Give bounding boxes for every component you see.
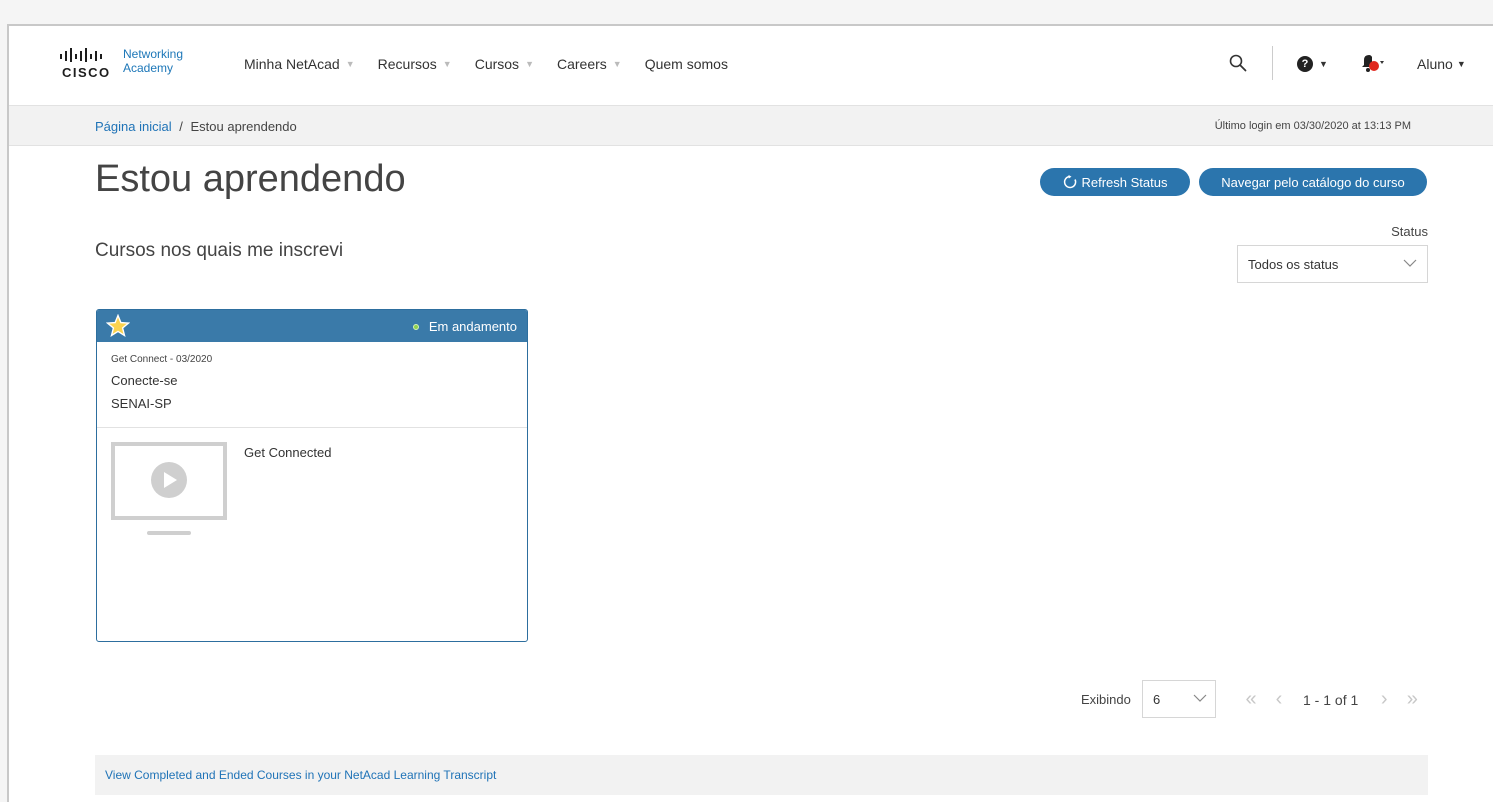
browser-frame: CISCO Networking Academy Minha NetAcad ▼… xyxy=(0,0,1493,802)
cisco-bars-icon xyxy=(60,48,102,62)
star-icon[interactable] xyxy=(106,314,130,338)
top-navigation-bar: CISCO Networking Academy Minha NetAcad ▼… xyxy=(9,26,1493,106)
logo-line-1: Networking xyxy=(123,47,184,61)
video-thumbnail-icon[interactable] xyxy=(111,442,227,538)
status-dot-icon xyxy=(412,323,419,330)
per-page-select[interactable]: 6 xyxy=(1142,680,1216,718)
refresh-status-label: Refresh Status xyxy=(1081,174,1168,190)
course-card-body: Get Connected xyxy=(97,428,527,641)
nav-item-careers[interactable]: Careers ▼ xyxy=(557,56,622,72)
enrolled-courses-heading: Cursos nos quais me inscrevi xyxy=(95,240,344,261)
search-icon[interactable] xyxy=(1229,54,1247,72)
next-page-icon[interactable]: › xyxy=(1370,688,1398,711)
last-login-text: Último login em 03/30/2020 at 13:13 PM xyxy=(1214,120,1411,132)
breadcrumb-home-link[interactable]: Página inicial xyxy=(95,119,172,134)
logo-line-2: Academy xyxy=(123,61,174,75)
bell-icon xyxy=(1362,55,1384,72)
nav-item-minha-netacad[interactable]: Minha NetAcad ▼ xyxy=(244,56,355,72)
cisco-networking-academy-logo[interactable]: CISCO Networking Academy xyxy=(59,46,199,82)
chevron-down-icon: ▼ xyxy=(345,59,355,69)
transcript-bar: View Completed and Ended Courses in your… xyxy=(95,755,1428,795)
refresh-icon xyxy=(1063,175,1076,189)
user-menu[interactable]: Aluno ▼ xyxy=(1417,56,1466,72)
per-page-value: 6 xyxy=(1153,691,1161,707)
per-page-label: Exibindo xyxy=(1081,692,1131,707)
breadcrumb-current: Estou aprendendo xyxy=(190,119,297,134)
course-status-indicator: Em andamento xyxy=(412,319,517,334)
status-filter-label: Status xyxy=(1391,224,1428,239)
course-card[interactable]: Em andamento Get Connect - 03/2020 Conec… xyxy=(96,309,528,642)
chevron-down-icon: ▼ xyxy=(1319,59,1328,69)
course-code: Get Connect - 03/2020 xyxy=(111,354,213,365)
chevron-down-icon: ▼ xyxy=(525,59,534,69)
course-title[interactable]: Get Connected xyxy=(244,445,331,460)
user-menu-label: Aluno xyxy=(1417,56,1453,72)
main-nav: Minha NetAcad ▼ Recursos ▼ Cursos ▼ Care… xyxy=(244,56,751,72)
nav-item-label: Cursos xyxy=(474,56,520,72)
help-icon: ? xyxy=(1297,56,1313,72)
refresh-status-button[interactable]: Refresh Status xyxy=(1040,168,1190,196)
page-title: Estou aprendendo xyxy=(95,158,406,200)
nav-item-recursos[interactable]: Recursos ▼ xyxy=(378,56,452,72)
breadcrumb-bar: Página inicial / Estou aprendendo Último… xyxy=(9,106,1493,146)
logo-subtitle: Networking Academy xyxy=(123,47,183,75)
previous-page-icon[interactable]: ‹ xyxy=(1265,688,1293,711)
chevron-down-icon xyxy=(1403,259,1417,267)
nav-item-quem-somos[interactable]: Quem somos xyxy=(645,56,728,72)
learning-transcript-link[interactable]: View Completed and Ended Courses in your… xyxy=(105,768,496,782)
nav-item-label: Minha NetAcad xyxy=(244,56,340,72)
course-class-name: Conecte-se xyxy=(111,373,178,388)
chevron-down-icon: ▼ xyxy=(612,59,622,69)
nav-item-label: Recursos xyxy=(377,56,437,72)
notifications-menu[interactable] xyxy=(1359,54,1385,74)
nav-item-cursos[interactable]: Cursos ▼ xyxy=(475,56,534,72)
header-divider xyxy=(1272,46,1273,80)
breadcrumb-separator: / xyxy=(179,119,183,134)
page-viewport: CISCO Networking Academy Minha NetAcad ▼… xyxy=(7,24,1493,802)
course-organization: SENAI-SP xyxy=(111,396,172,411)
help-menu[interactable]: ? ▼ xyxy=(1297,56,1328,72)
chevron-down-icon: ▼ xyxy=(1456,59,1466,69)
course-status-label: Em andamento xyxy=(428,319,517,334)
chevron-down-icon xyxy=(1193,694,1207,702)
page-range: 1 - 1 of 1 xyxy=(1303,691,1359,708)
chevron-down-icon: ▼ xyxy=(442,59,452,69)
first-page-icon[interactable]: « xyxy=(1237,688,1265,711)
breadcrumb: Página inicial / Estou aprendendo xyxy=(95,119,297,134)
status-filter-select[interactable]: Todos os status xyxy=(1237,245,1428,283)
nav-item-label: Careers xyxy=(556,56,607,72)
status-filter-value: Todos os status xyxy=(1248,256,1339,272)
nav-item-label: Quem somos xyxy=(644,56,728,72)
course-card-header: Em andamento xyxy=(97,310,527,342)
browse-catalog-button[interactable]: Navegar pelo catálogo do curso xyxy=(1199,168,1427,196)
logo-brand-text: CISCO xyxy=(62,65,111,80)
last-page-icon[interactable]: » xyxy=(1398,688,1426,711)
pagination: « ‹ 1 - 1 of 1 › » xyxy=(1237,688,1426,711)
course-card-info: Get Connect - 03/2020 Conecte-se SENAI-S… xyxy=(97,342,527,428)
